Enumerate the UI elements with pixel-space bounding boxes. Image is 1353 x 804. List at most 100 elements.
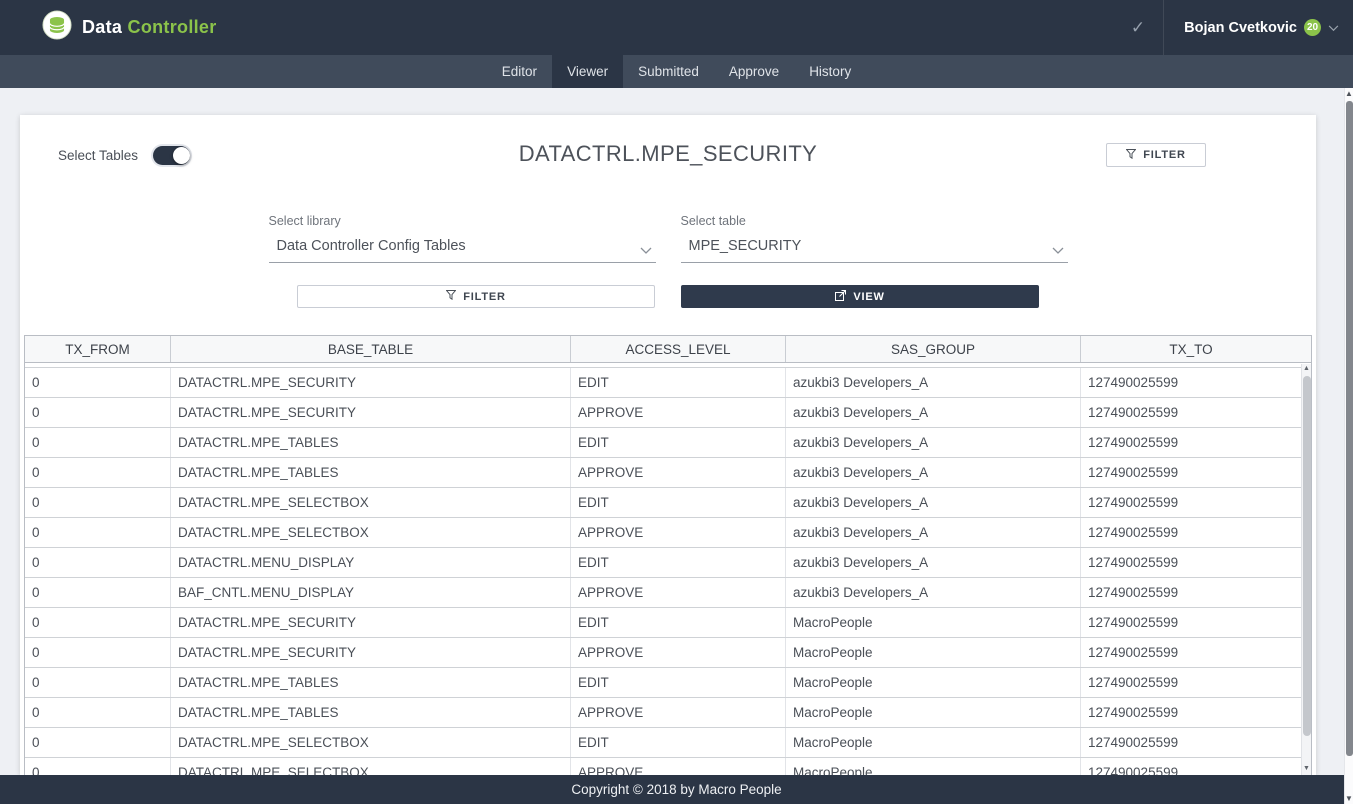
table-cell: 127490025599 bbox=[1081, 638, 1301, 667]
brand-name: Data Controller bbox=[82, 17, 217, 38]
table-cell: APPROVE bbox=[571, 638, 786, 667]
scroll-up-icon[interactable]: ▲ bbox=[1302, 365, 1311, 372]
filter-button-top[interactable]: FILTER bbox=[1106, 143, 1206, 167]
table-cell: 0 bbox=[25, 548, 171, 577]
table-cell: 0 bbox=[25, 608, 171, 637]
app-header: Data Controller ✓ Bojan Cvetkovic 20 bbox=[0, 0, 1353, 55]
filter-icon bbox=[1126, 149, 1136, 162]
table-cell: DATACTRL.MPE_TABLES bbox=[171, 698, 571, 727]
table-cell: DATACTRL.MENU_DISPLAY bbox=[171, 548, 571, 577]
table-cell: MacroPeople bbox=[786, 728, 1081, 757]
main-nav: EditorViewerSubmittedApproveHistory bbox=[0, 55, 1353, 88]
table-cell: azukbi3 Developers_A bbox=[786, 518, 1081, 547]
table-cell: azukbi3 Developers_A bbox=[786, 398, 1081, 427]
scroll-down-icon[interactable]: ▼ bbox=[1302, 765, 1311, 772]
scroll-up-icon[interactable]: ▲ bbox=[1345, 89, 1353, 98]
table-row: 0DATACTRL.MPE_SELECTBOXAPPROVEazukbi3 De… bbox=[25, 518, 1301, 548]
tab-history[interactable]: History bbox=[794, 55, 866, 88]
filter-button[interactable]: FILTER bbox=[297, 285, 655, 308]
filter-icon bbox=[446, 290, 456, 303]
table-cell: 0 bbox=[25, 698, 171, 727]
tab-submitted[interactable]: Submitted bbox=[623, 55, 714, 88]
table-cell: 0 bbox=[25, 368, 171, 397]
table-cell: 127490025599 bbox=[1081, 458, 1301, 487]
header-divider bbox=[1163, 0, 1164, 55]
table-cell: 127490025599 bbox=[1081, 698, 1301, 727]
table-cell: 127490025599 bbox=[1081, 548, 1301, 577]
table-cell: 0 bbox=[25, 638, 171, 667]
check-icon[interactable]: ✓ bbox=[1131, 18, 1145, 38]
table-cell: EDIT bbox=[571, 488, 786, 517]
view-icon bbox=[835, 290, 846, 304]
table-cell: 127490025599 bbox=[1081, 578, 1301, 607]
table-cell: DATACTRL.MPE_SECURITY bbox=[171, 368, 571, 397]
table-cell: MacroPeople bbox=[786, 638, 1081, 667]
column-header-sas_group[interactable]: SAS_GROUP bbox=[786, 336, 1081, 362]
column-header-tx_to[interactable]: TX_TO bbox=[1081, 336, 1301, 362]
table-cell: DATACTRL.MPE_SELECTBOX bbox=[171, 728, 571, 757]
column-header-access_level[interactable]: ACCESS_LEVEL bbox=[571, 336, 786, 362]
scroll-down-icon[interactable]: ▼ bbox=[1345, 794, 1353, 803]
table-cell: EDIT bbox=[571, 428, 786, 457]
table-cell: APPROVE bbox=[571, 518, 786, 547]
table-row: 0DATACTRL.MPE_SELECTBOXEDITazukbi3 Devel… bbox=[25, 488, 1301, 518]
table-cell: DATACTRL.MPE_SECURITY bbox=[171, 608, 571, 637]
data-controller-logo-icon bbox=[42, 10, 72, 45]
library-select-label: Select library bbox=[269, 214, 656, 228]
page-scrollbar-thumb[interactable] bbox=[1346, 101, 1353, 756]
chevron-down-icon bbox=[1052, 243, 1064, 259]
tab-approve[interactable]: Approve bbox=[714, 55, 794, 88]
user-menu[interactable]: Bojan Cvetkovic 20 bbox=[1184, 19, 1339, 37]
table-cell: azukbi3 Developers_A bbox=[786, 548, 1081, 577]
table-cell: APPROVE bbox=[571, 458, 786, 487]
view-button[interactable]: VIEW bbox=[681, 285, 1039, 308]
copyright-text: Copyright © 2018 by Macro People bbox=[571, 782, 781, 797]
page-scrollbar[interactable]: ▲ ▼ bbox=[1344, 88, 1353, 804]
table-cell: DATACTRL.MPE_SELECTBOX bbox=[171, 518, 571, 547]
table-cell: EDIT bbox=[571, 668, 786, 697]
library-select[interactable]: Data Controller Config Tables bbox=[269, 238, 656, 263]
table-cell: 0 bbox=[25, 488, 171, 517]
chevron-down-icon bbox=[1328, 19, 1339, 37]
data-table: TX_FROMBASE_TABLEACCESS_LEVELSAS_GROUPTX… bbox=[24, 335, 1312, 775]
table-cell: 127490025599 bbox=[1081, 668, 1301, 697]
table-select[interactable]: MPE_SECURITY bbox=[681, 238, 1068, 263]
table-cell: azukbi3 Developers_A bbox=[786, 368, 1081, 397]
table-row: 0DATACTRL.MPE_TABLESEDITMacroPeople12749… bbox=[25, 668, 1301, 698]
table-row: 0DATACTRL.MPE_SECURITYAPPROVEazukbi3 Dev… bbox=[25, 398, 1301, 428]
table-row: 0DATACTRL.MPE_SECURITYEDITMacroPeople127… bbox=[25, 608, 1301, 638]
table-cell: 0 bbox=[25, 458, 171, 487]
table-body: 0DATACTRL.MPE_SECURITYEDITazukbi3 Develo… bbox=[25, 363, 1301, 775]
tab-editor[interactable]: Editor bbox=[487, 55, 552, 88]
table-cell: EDIT bbox=[571, 608, 786, 637]
table-cell: 127490025599 bbox=[1081, 608, 1301, 637]
table-row: 0DATACTRL.MPE_SECURITYAPPROVEMacroPeople… bbox=[25, 638, 1301, 668]
table-cell: EDIT bbox=[571, 368, 786, 397]
table-header-row: TX_FROMBASE_TABLEACCESS_LEVELSAS_GROUPTX… bbox=[25, 336, 1311, 363]
table-cell: azukbi3 Developers_A bbox=[786, 458, 1081, 487]
table-cell: DATACTRL.MPE_SECURITY bbox=[171, 398, 571, 427]
table-cell: APPROVE bbox=[571, 578, 786, 607]
table-cell: 0 bbox=[25, 578, 171, 607]
table-cell: MacroPeople bbox=[786, 698, 1081, 727]
table-scrollbar[interactable]: ▲ ▼ bbox=[1301, 364, 1311, 775]
column-header-base_table[interactable]: BASE_TABLE bbox=[171, 336, 571, 362]
table-cell: BAF_CNTL.MENU_DISPLAY bbox=[171, 578, 571, 607]
table-row: 0DATACTRL.MPE_SELECTBOXAPPROVEMacroPeopl… bbox=[25, 758, 1301, 775]
table-cell: MacroPeople bbox=[786, 668, 1081, 697]
table-cell: 0 bbox=[25, 758, 171, 775]
tab-viewer[interactable]: Viewer bbox=[552, 55, 623, 88]
table-cell: APPROVE bbox=[571, 698, 786, 727]
table-row: 0BAF_CNTL.MENU_DISPLAYAPPROVEazukbi3 Dev… bbox=[25, 578, 1301, 608]
table-scrollbar-thumb[interactable] bbox=[1303, 376, 1311, 736]
table-cell: APPROVE bbox=[571, 398, 786, 427]
table-row: 0DATACTRL.MPE_TABLESEDITazukbi3 Develope… bbox=[25, 428, 1301, 458]
table-cell: 127490025599 bbox=[1081, 518, 1301, 547]
table-cell: 127490025599 bbox=[1081, 398, 1301, 427]
brand-logo[interactable]: Data Controller bbox=[42, 10, 217, 45]
notification-badge: 20 bbox=[1304, 19, 1321, 36]
column-header-tx_from[interactable]: TX_FROM bbox=[25, 336, 171, 362]
table-cell: azukbi3 Developers_A bbox=[786, 428, 1081, 457]
table-select-label: Select table bbox=[681, 214, 1068, 228]
table-cell: EDIT bbox=[571, 548, 786, 577]
